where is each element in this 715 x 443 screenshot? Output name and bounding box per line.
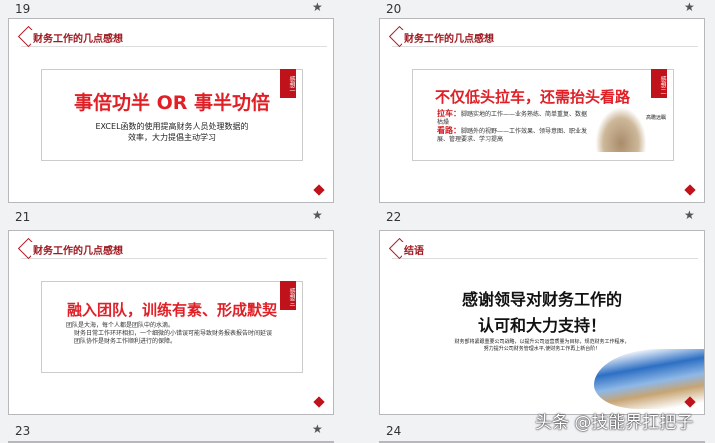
header-text: 财务工作的几点感想 (31, 30, 123, 45)
star-icon: ★ (684, 208, 695, 222)
header-text: 结语 (402, 242, 424, 257)
body-line: 团队是大海，每个人都是团队中的水滴。 (66, 322, 175, 329)
slide-number: 20 (386, 2, 402, 16)
body-line: 效率，大力提倡主动学习 (128, 133, 216, 142)
slide-thumbnail-20[interactable]: 财务工作的几点感想 感想二 不仅低头拉车，还需抬头看路 拉车：脚踏实地的工作——… (379, 18, 705, 203)
star-icon: ★ (684, 0, 695, 14)
body-line: 团队协作是财务工作顺利进行的保障。 (74, 338, 177, 345)
slide-thumbnail-22[interactable]: 结语 感谢领导对财务工作的 认可和大力支持！ 财务部将紧跟重要公司战略，以提升公司… (379, 230, 705, 415)
slide-header: 财务工作的几点感想 (17, 237, 327, 260)
content-box: 感想一 事倍功半 OR 事半功倍 EXCEL函数的使用提高财务人员处理数据的 效率… (41, 69, 303, 161)
slide-number: 21 (15, 210, 31, 224)
logo-icon (313, 184, 325, 196)
slide-title: 感谢领导对财务工作的 认可和大力支持！ (461, 290, 622, 335)
slide-header: 财务工作的几点感想 (17, 25, 327, 48)
illustration-image (596, 108, 646, 152)
slide-thumbnail-21[interactable]: 财务工作的几点感想 感想三 融入团队，训练有素、形成默契 团队是大海，每个人都是… (8, 230, 334, 415)
body-line: 财务日常工作环环相扣，一个细微的小错误可能导致财务报表报告时间延误 (74, 330, 273, 337)
illustration-caption: 高瞻远瞩 (646, 115, 667, 121)
body-line: 努力提升公司财务管理水平,使财务工作再上新台阶！ (483, 346, 601, 352)
slide-title: 事倍功半 OR 事半功倍 (73, 92, 270, 114)
slide-thumbnail-19[interactable]: 财务工作的几点感想 感想一 事倍功半 OR 事半功倍 EXCEL函数的使用提高财… (8, 18, 334, 203)
list-item: 看路：脚踏外的视野——工作效果、领导意图、职业发展、管理要求、学习提高 (437, 126, 588, 144)
star-icon: ★ (312, 422, 323, 436)
list-item: 拉车：脚踏实地的工作——业务熟练、简单重复、数据枯燥 (437, 109, 588, 127)
header-text: 财务工作的几点感想 (402, 30, 494, 45)
header-text: 财务工作的几点感想 (31, 242, 123, 257)
body-line: EXCEL函数的使用提高财务人员处理数据的 (95, 122, 249, 131)
slide-number: 19 (15, 2, 31, 16)
logo-icon (684, 184, 696, 196)
content-box: 感想三 融入团队，训练有素、形成默契 团队是大海，每个人都是团队中的水滴。 财务… (41, 281, 303, 373)
watermark: 头条 @技能界扛把子 (535, 413, 694, 433)
slide-number: 24 (386, 424, 402, 438)
slide-number: 23 (15, 424, 31, 438)
star-icon: ★ (312, 0, 323, 14)
star-icon: ★ (312, 208, 323, 222)
content-box: 感想二 不仅低头拉车，还需抬头看路 拉车：脚踏实地的工作——业务熟练、简单重复、… (412, 69, 674, 161)
slide-header: 结语 (388, 237, 698, 260)
logo-icon (313, 396, 325, 408)
slide-number: 22 (386, 210, 402, 224)
slide-title: 不仅低头拉车，还需抬头看路 (435, 88, 631, 106)
slide-header: 财务工作的几点感想 (388, 25, 698, 48)
slide-title: 融入团队，训练有素、形成默契 (66, 301, 277, 319)
body-line: 财务部将紧跟重要公司战略，以提升公司运营质量为目标，规范财务工作程序， (454, 339, 630, 345)
